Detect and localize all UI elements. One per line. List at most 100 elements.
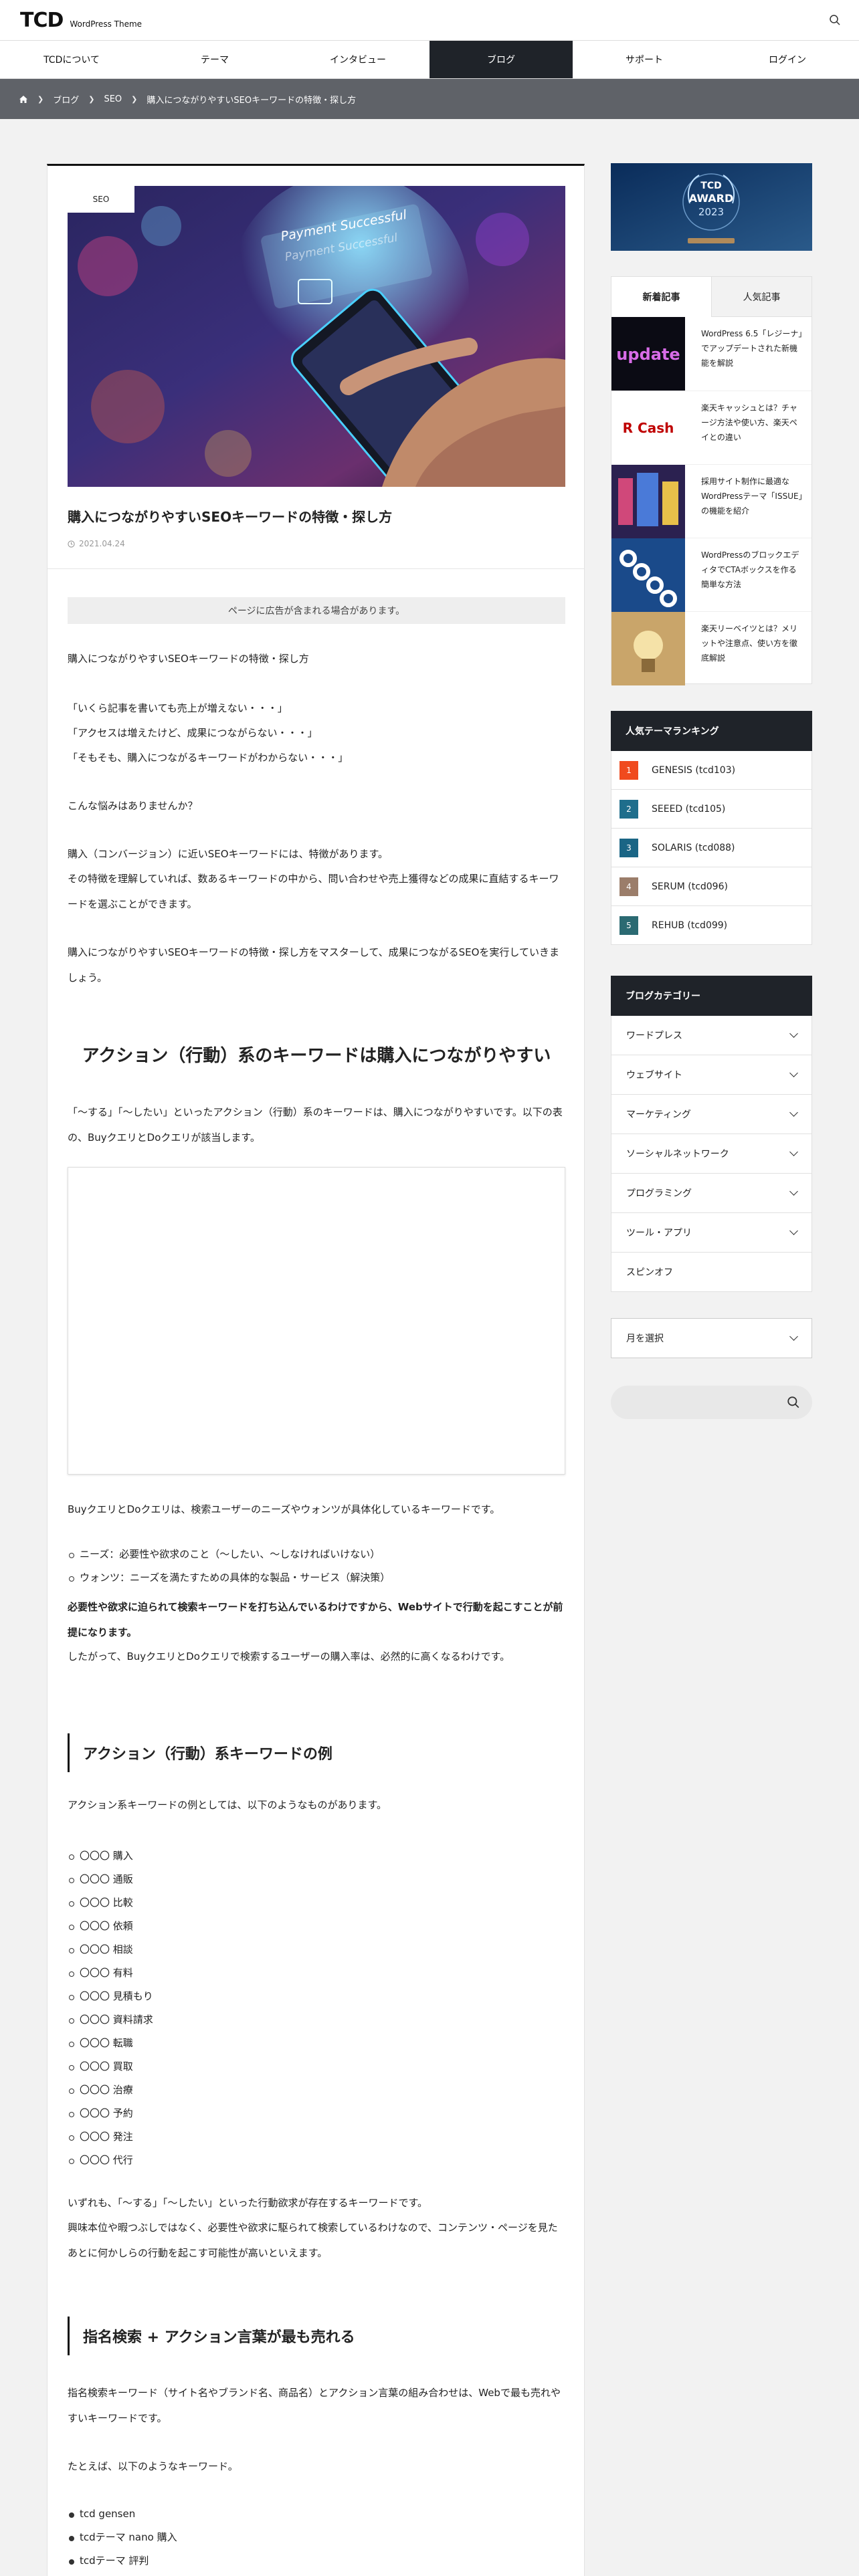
needs-list: ニーズ：必要性や欲求のこと（〜したい、〜しなければいけない） ウォンツ：ニーズを… [68,1543,565,1590]
tab-recent[interactable]: 新着記事 [611,277,711,317]
paragraph: 購入につながりやすいSEOキーワードの特徴・探し方 [68,653,309,665]
list-item: 〇〇〇 見積もり [68,1985,565,2008]
list-item: 〇〇〇 依頼 [68,1915,565,1938]
query-table-frame [68,1167,565,1475]
divider [47,568,584,569]
paragraph: BuyクエリとDoクエリは、検索ユーザーのニーズやウォンツが具体化しているキーワ… [68,1503,500,1515]
date-text: 2021.04.24 [79,539,125,548]
nav-item-support[interactable]: サポート [573,41,716,78]
category-label: ソーシャルネットワーク [626,1149,729,1160]
list-item: 〇〇〇 有料 [68,1961,565,1985]
ranking-item[interactable]: 2 SEEED (tcd105) [611,790,812,829]
list-item: 〇〇〇 治療 [68,2078,565,2102]
theme-ranking-widget: 人気テーマランキング 1 GENESIS (tcd103) 2 SEEED (t… [611,711,812,945]
post-tabs: 新着記事 人気記事 [611,277,812,317]
paragraph: 「アクセスは増えたけど、成果につながらない・・・」 [68,727,318,739]
category-item[interactable]: ウェブサイト [611,1055,812,1095]
list-item: 〇〇〇 比較 [68,1891,565,1915]
award-text-2: AWARD [689,192,734,205]
ranking-item[interactable]: 1 GENESIS (tcd103) [611,751,812,790]
award-text-1: TCD [700,181,721,191]
list-item[interactable]: update WordPress 6.5「レジーナ」でアップデートされた新機能を… [611,317,812,391]
archive-month-select[interactable]: 月を選択 [611,1318,812,1358]
paragraph: アクション系キーワードの例としては、以下のようなものがあります。 [68,1799,387,1811]
ad-notice: ページに広告が含まれる場合があります。 [68,597,565,624]
search-icon[interactable] [787,1396,800,1409]
breadcrumb: ❯ ブログ ❯ SEO ❯ 購入につながりやすいSEOキーワードの特徴・探し方 [0,79,859,119]
ranking-item[interactable]: 3 SOLARIS (tcd088) [611,829,812,867]
list-item: tcd gensen [68,2502,565,2526]
breadcrumb-blog[interactable]: ブログ [53,93,79,106]
chevron-down-icon[interactable] [789,1069,798,1077]
sidebar-search-input[interactable] [611,1386,812,1419]
post-title: 採用サイト制作に最適なWordPressテーマ「ISSUE」の機能を紹介 [701,477,803,516]
chevron-right-icon: ❯ [37,94,44,104]
list-item: 〇〇〇 予約 [68,2102,565,2125]
category-label: ツール・アプリ [626,1228,692,1239]
nav-item-login[interactable]: ログイン [716,41,859,78]
article-eyecatch-image: Payment Successful Payment Successful [68,186,565,487]
list-item: 〇〇〇 相談 [68,1938,565,1961]
ranking-name: SOLARIS (tcd088) [652,842,735,853]
list-item: 〇〇〇 代行 [68,2149,565,2172]
post-thumbnail: update [611,317,685,391]
select-value: 月を選択 [626,1333,664,1344]
paragraph: 購入につながりやすいSEOキーワードの特徴・探し方をマスターして、成果につながる… [68,946,559,984]
category-label: スピンオフ [626,1267,673,1278]
category-badge[interactable]: SEO [68,186,134,213]
tcd-award-banner[interactable]: TCD AWARD 2023 [611,163,812,251]
list-item[interactable]: 楽天リーベイツとは？メリットや注意点、使い方を徹底解説 [611,611,812,685]
list-item: ウォンツ：ニーズを満たすための具体的な製品・サービス（解決策） [68,1566,565,1590]
site-header: TCD WordPress Theme [0,0,859,40]
category-item[interactable]: ワードプレス [611,1016,812,1055]
chevron-down-icon[interactable] [789,1148,798,1156]
paragraph: 興味本位や暇つぶしではなく、必要性や欲求に駆られて検索しているわけなので、コンテ… [68,2222,558,2259]
nav-item-interview[interactable]: インタビュー [286,41,430,78]
breadcrumb-current: 購入につながりやすいSEOキーワードの特徴・探し方 [147,95,357,106]
post-list-widget: 新着記事 人気記事 update WordPress 6.5「レジーナ」でアップ… [611,276,812,685]
chevron-down-icon[interactable] [789,1187,798,1196]
list-item[interactable]: R Cash 楽天キャッシュとは？チャージ方法や使い方、楽天ペイとの違い [611,391,812,465]
brand-keyword-list: tcd gensen tcdテーマ nano 購入 tcdテーマ 評判 [68,2502,565,2573]
award-text-3: 2023 [698,206,724,218]
list-item: 〇〇〇 買取 [68,2055,565,2078]
section-heading: アクション（行動）系のキーワードは購入につながりやすい [82,1046,551,1066]
nav-item-themes[interactable]: テーマ [143,41,286,78]
logo-subtitle: WordPress Theme [70,19,142,29]
list-item[interactable]: 採用サイト制作に最適なWordPressテーマ「ISSUE」の機能を紹介 [611,464,812,538]
paragraph: こんな悩みはありませんか？ [68,800,198,812]
chevron-down-icon[interactable] [789,1226,798,1235]
nav-item-about[interactable]: TCDについて [0,41,143,78]
category-label: ワードプレス [626,1031,682,1041]
chevron-down-icon[interactable] [789,1108,798,1117]
breadcrumb-seo[interactable]: SEO [104,94,122,104]
list-item: 〇〇〇 通販 [68,1868,565,1891]
global-nav: TCDについて テーマ インタビュー ブログ サポート ログイン [0,40,859,79]
category-item[interactable]: ツール・アプリ [611,1213,812,1253]
category-item[interactable]: スピンオフ [611,1253,812,1292]
category-item[interactable]: ソーシャルネットワーク [611,1134,812,1174]
ranking-name: GENESIS (tcd103) [652,764,736,776]
category-item[interactable]: マーケティング [611,1095,812,1134]
home-icon[interactable] [19,95,28,104]
paragraph: いずれも、「〜する」「〜したい」といった行動欲求が存在するキーワードです。 [68,2197,428,2209]
list-item: 〇〇〇 購入 [68,1844,565,1868]
category-item[interactable]: プログラミング [611,1174,812,1213]
ranking-item[interactable]: 5 REHUB (tcd099) [611,906,812,945]
nav-item-blog[interactable]: ブログ [430,41,573,78]
site-logo[interactable]: TCD WordPress Theme [20,9,142,32]
clock-icon [68,540,75,548]
paragraph: 購入（コンバージョン）に近いSEOキーワードには、特徴があります。 [68,848,389,860]
blog-category-widget: ブログカテゴリー ワードプレス ウェブサイト マーケティング ソーシャルネットワ… [611,976,812,1292]
search-icon[interactable] [824,9,846,31]
thumb-text: update [616,345,680,364]
list-item: ニーズ：必要性や欲求のこと（〜したい、〜しなければいけない） [68,1543,565,1566]
list-item[interactable]: WordPressのブロックエディタでCTAボックスを作る簡単な方法 [611,538,812,612]
ranking-item[interactable]: 4 SERUM (tcd096) [611,867,812,906]
post-title: WordPress 6.5「レジーナ」でアップデートされた新機能を解説 [701,329,803,368]
tab-popular[interactable]: 人気記事 [711,277,812,317]
subsection-heading: 指名検索 + アクション言葉が最も売れる [68,2317,565,2355]
category-label: プログラミング [626,1188,692,1199]
chevron-down-icon[interactable] [789,1029,798,1038]
list-item: 〇〇〇 発注 [68,2125,565,2149]
